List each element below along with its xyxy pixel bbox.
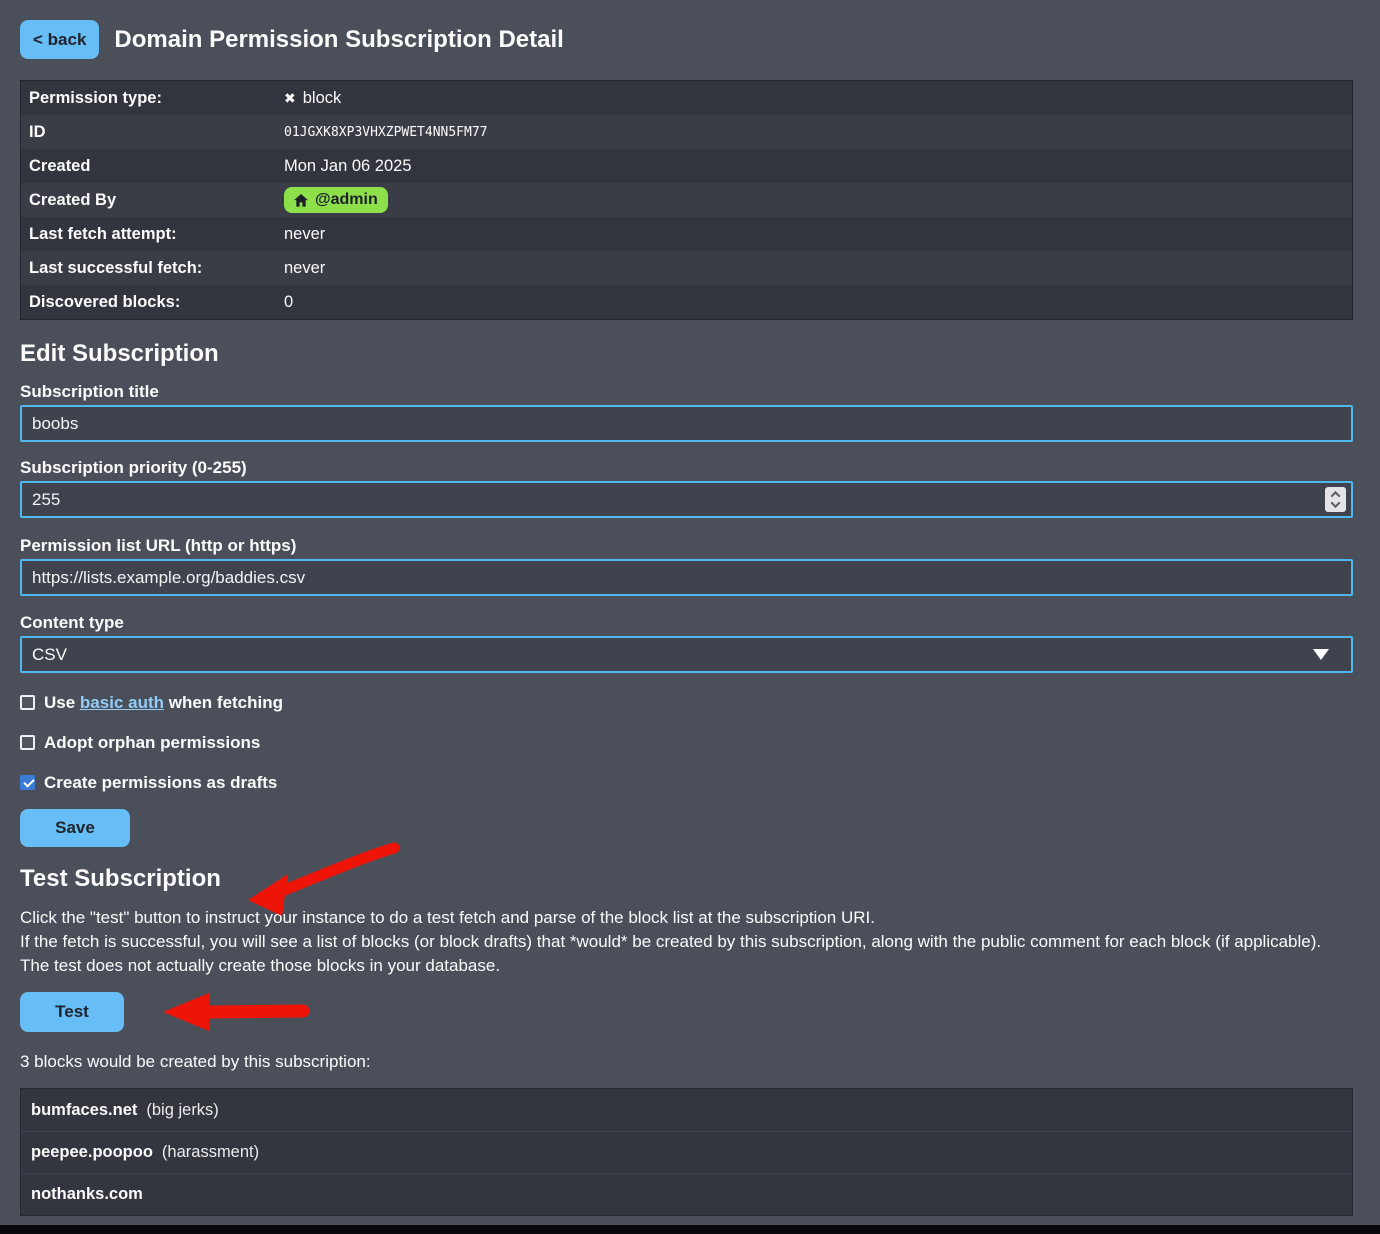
chevron-down-icon [1313,649,1329,660]
row-label: ID [21,123,284,142]
description-line: The test does not actually create those … [20,954,1353,978]
block-list-item: nothanks.com [21,1173,1352,1215]
id-value: 01JGXK8XP3VHXZPWET4NN5FM77 [284,125,1352,140]
created-value: Mon Jan 06 2025 [284,157,1352,176]
adopt-orphans-check-row: Adopt orphan permissions [20,734,1353,751]
created-by-username: @admin [315,191,378,209]
row-label: Permission type: [21,89,284,108]
create-drafts-checkbox[interactable] [20,775,35,790]
last-successful-fetch-value: never [284,259,1352,278]
table-row-id: ID 01JGXK8XP3VHXZPWET4NN5FM77 [21,115,1352,149]
created-by-badge[interactable]: @admin [284,187,388,213]
basic-auth-check-row: Use basic auth when fetching [20,694,1353,711]
adopt-orphans-checkbox[interactable] [20,735,35,750]
number-spinner[interactable] [1325,487,1346,512]
block-x-icon: ✖ [284,90,296,107]
subscription-title-label: Subscription title [20,382,1353,402]
test-result-block-list: bumfaces.net (big jerks) peepee.poopoo (… [20,1088,1353,1216]
back-button[interactable]: < back [20,20,99,59]
row-label: Last fetch attempt: [21,225,284,244]
save-button[interactable]: Save [20,809,130,847]
row-label: Discovered blocks: [21,293,284,312]
test-description: Click the "test" button to instruct your… [20,906,1353,978]
row-label: Created [21,157,284,176]
subscription-info-table: Permission type: ✖ block ID 01JGXK8XP3VH… [20,80,1353,320]
row-label: Last successful fetch: [21,259,284,278]
table-row-created: Created Mon Jan 06 2025 [21,149,1352,183]
red-arrow-annotation-test-button [155,992,310,1032]
checkbox-label: Create permissions as drafts [44,774,277,791]
subscription-priority-input[interactable] [20,481,1353,518]
permission-type-value: block [303,89,342,108]
subscription-priority-label: Subscription priority (0-255) [20,458,1353,478]
content-type-select[interactable]: CSV [20,636,1353,673]
header: < back Domain Permission Subscription De… [20,20,1353,59]
subscription-title-input[interactable] [20,405,1353,442]
permission-list-url-input[interactable] [20,559,1353,596]
spinner-down-icon[interactable] [1331,498,1341,508]
test-result-summary: 3 blocks would be created by this subscr… [20,1052,1353,1072]
block-list-item: bumfaces.net (big jerks) [21,1089,1352,1131]
table-row-last-fetch-attempt: Last fetch attempt: never [21,217,1352,251]
description-line: If the fetch is successful, you will see… [20,930,1353,954]
last-fetch-attempt-value: never [284,225,1352,244]
checkbox-label-pre: Use [44,693,80,712]
table-row-permission-type: Permission type: ✖ block [21,81,1352,115]
content-type-label: Content type [20,613,1353,633]
bottom-bar [0,1225,1380,1234]
block-domain: nothanks.com [31,1185,143,1204]
home-icon [294,194,308,207]
permission-list-url-label: Permission list URL (http or https) [20,536,1353,556]
edit-subscription-heading: Edit Subscription [20,339,1353,369]
block-comment: (harassment) [162,1143,259,1162]
table-row-discovered-blocks: Discovered blocks: 0 [21,285,1352,319]
test-button[interactable]: Test [20,992,124,1032]
block-comment: (big jerks) [146,1101,218,1120]
description-line: Click the "test" button to instruct your… [20,906,1353,930]
test-subscription-heading: Test Subscription [20,864,221,894]
checkbox-label-post: when fetching [164,693,283,712]
table-row-created-by: Created By @admin [21,183,1352,217]
block-list-item: peepee.poopoo (harassment) [21,1131,1352,1173]
basic-auth-link[interactable]: basic auth [80,693,164,712]
content-type-value: CSV [32,645,67,665]
block-domain: peepee.poopoo [31,1143,153,1162]
page-title: Domain Permission Subscription Detail [114,26,563,54]
checkbox-label: Adopt orphan permissions [44,734,260,751]
discovered-blocks-value: 0 [284,293,1352,312]
create-drafts-check-row: Create permissions as drafts [20,774,1353,791]
row-label: Created By [21,191,284,210]
block-domain: bumfaces.net [31,1101,137,1120]
page: < back Domain Permission Subscription De… [0,0,1380,1234]
table-row-last-successful-fetch: Last successful fetch: never [21,251,1352,285]
basic-auth-checkbox[interactable] [20,695,35,710]
